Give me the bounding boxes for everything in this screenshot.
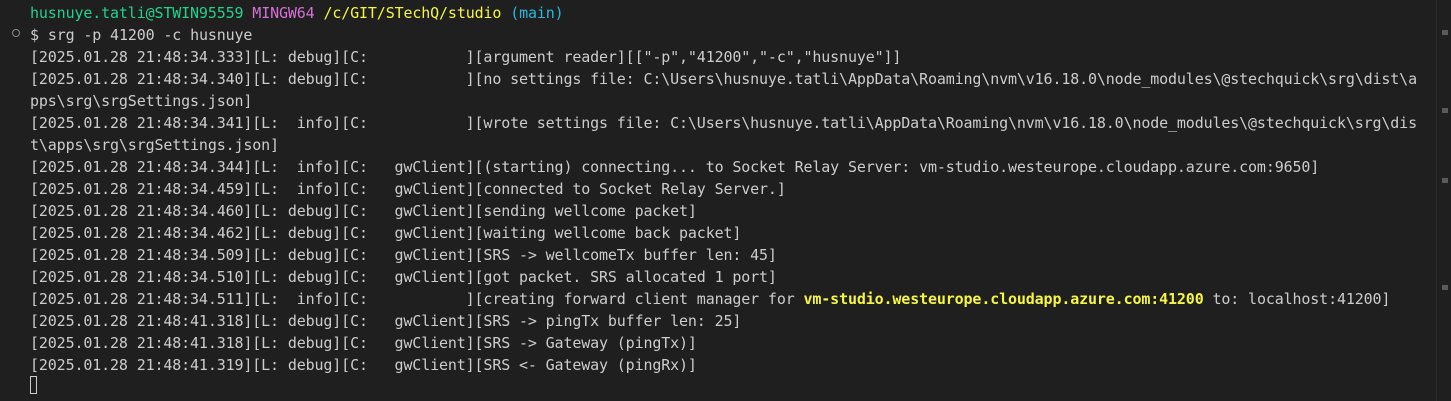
log-line: [2025.01.28 21:48:34.462][L: debug][C: g… bbox=[30, 224, 742, 242]
log-line: [2025.01.28 21:48:34.333][L: debug][C: ]… bbox=[30, 48, 902, 66]
scrollbar-marker bbox=[1442, 285, 1448, 290]
scrollbar-marker bbox=[1442, 30, 1448, 35]
forward-suffix: to: localhost:41200] bbox=[1203, 290, 1391, 308]
scrollbar-marker bbox=[1442, 178, 1448, 183]
command-decoration-circle-icon[interactable] bbox=[12, 29, 20, 37]
log-line: [2025.01.28 21:48:34.459][L: info][C: gw… bbox=[30, 180, 786, 198]
log-line: pps\srg\srgSettings.json] bbox=[30, 92, 253, 110]
log-line: [2025.01.28 21:48:34.341][L: info][C: ][… bbox=[30, 114, 1417, 132]
log-line: t\apps\srg\srgSettings.json] bbox=[30, 136, 279, 154]
block-cursor bbox=[30, 376, 37, 394]
command-text: srg -p 41200 -c husnuye bbox=[47, 26, 253, 44]
prompt-path: /c/GIT/STechQ/studio bbox=[323, 4, 502, 22]
command-line: $ srg -p 41200 -c husnuye bbox=[30, 24, 252, 46]
log-line-forward: [2025.01.28 21:48:34.511][L: info][C: ][… bbox=[30, 288, 1390, 310]
log-line: [2025.01.28 21:48:34.460][L: debug][C: g… bbox=[30, 202, 697, 220]
prompt-symbol: $ bbox=[30, 26, 39, 44]
log-line: [2025.01.28 21:48:41.318][L: debug][C: g… bbox=[30, 334, 697, 352]
prompt-shell: MINGW64 bbox=[252, 4, 315, 22]
prompt-user-host: husnuye.tatli@STWIN95559 bbox=[30, 4, 244, 22]
log-line: [2025.01.28 21:48:34.510][L: debug][C: g… bbox=[30, 268, 777, 286]
log-line: [2025.01.28 21:48:41.318][L: debug][C: g… bbox=[30, 312, 742, 330]
forward-host-highlight[interactable]: vm-studio.westeurope.cloudapp.azure.com:… bbox=[804, 290, 1204, 308]
log-line: [2025.01.28 21:48:34.509][L: debug][C: g… bbox=[30, 246, 777, 264]
log-line: [2025.01.28 21:48:34.344][L: info][C: gw… bbox=[30, 158, 1320, 176]
prompt-header: husnuye.tatli@STWIN95559 MINGW64 /c/GIT/… bbox=[30, 2, 564, 24]
log-line: [2025.01.28 21:48:41.319][L: debug][C: g… bbox=[30, 356, 697, 374]
log-line: [2025.01.28 21:48:34.340][L: debug][C: ]… bbox=[30, 70, 1417, 88]
vertical-scrollbar[interactable] bbox=[1436, 0, 1451, 401]
prompt-branch: (main) bbox=[510, 4, 564, 22]
terminal-output[interactable]: husnuye.tatli@STWIN95559 MINGW64 /c/GIT/… bbox=[0, 0, 1436, 401]
forward-prefix: [2025.01.28 21:48:34.511][L: info][C: ][… bbox=[30, 290, 804, 308]
scrollbar-marker bbox=[1442, 108, 1448, 113]
